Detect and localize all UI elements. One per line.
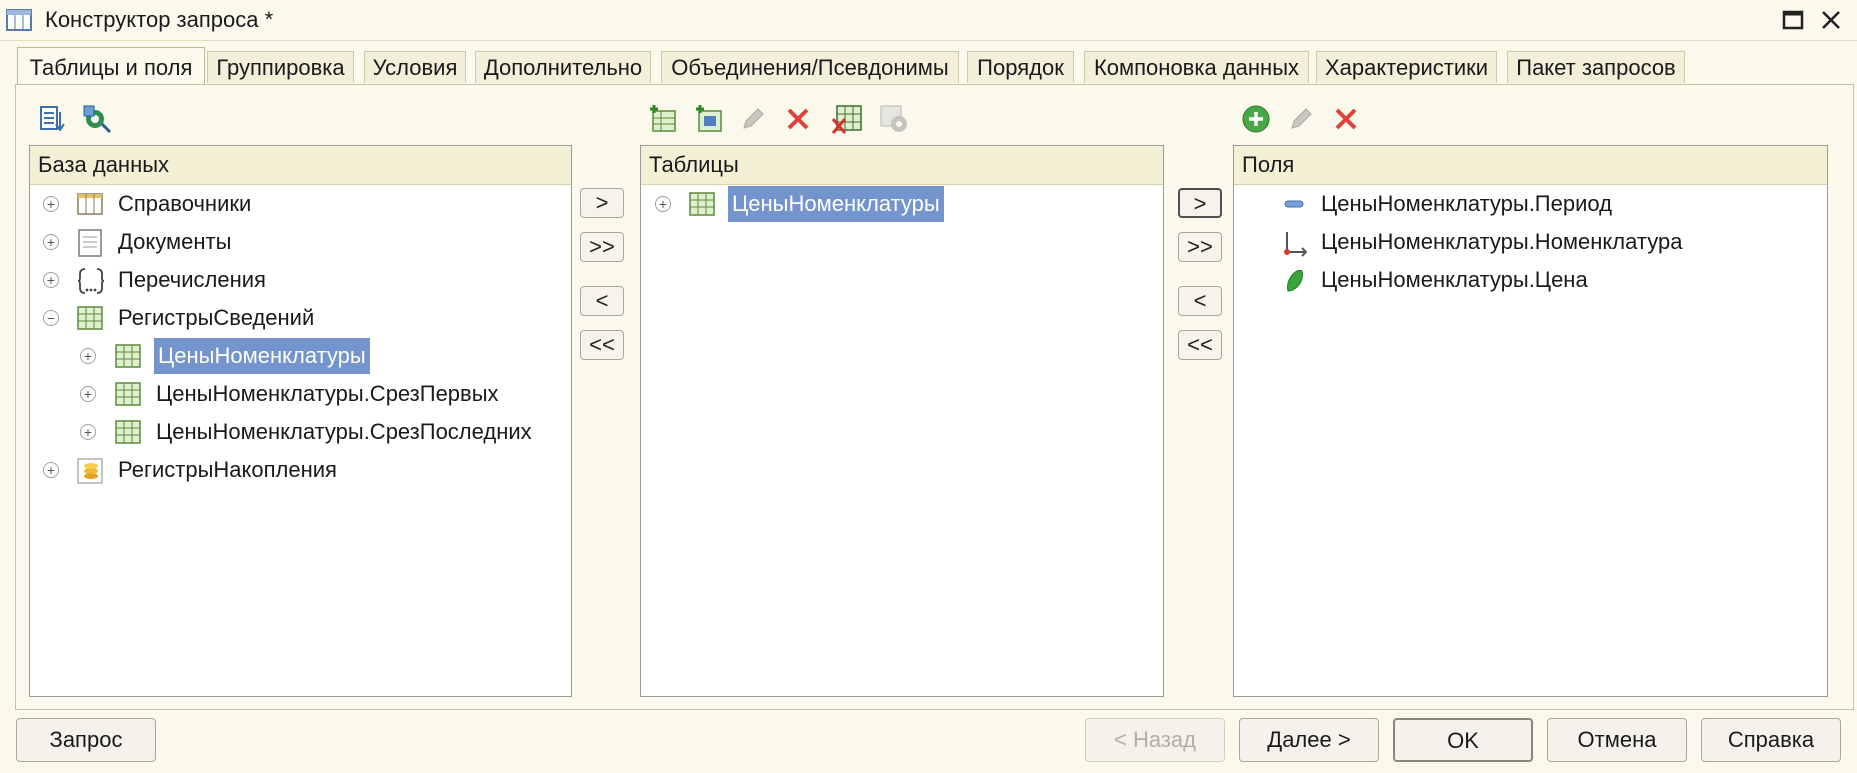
list-item[interactable]: Перечисления bbox=[118, 262, 266, 298]
field-item[interactable]: ЦеныНоменклатуры.Период bbox=[1321, 186, 1612, 222]
query-builder-icon bbox=[6, 8, 34, 32]
tables-panel-header: Таблицы bbox=[641, 146, 1163, 185]
list-item[interactable]: ЦеныНоменклатуры.СрезПоследних bbox=[156, 414, 532, 450]
expand-icon[interactable]: + bbox=[80, 424, 96, 440]
accumulation-icon bbox=[77, 458, 103, 484]
tab-tables-fields[interactable]: Таблицы и поля bbox=[17, 47, 205, 85]
delete-icon[interactable] bbox=[785, 106, 811, 132]
remove-all-tables-button[interactable]: << bbox=[580, 330, 624, 360]
fields-panel-header: Поля bbox=[1234, 146, 1827, 185]
edit-icon[interactable] bbox=[740, 106, 766, 132]
register-icon bbox=[77, 306, 103, 330]
register-icon bbox=[115, 420, 141, 444]
register-icon bbox=[115, 382, 141, 406]
tab-order[interactable]: Порядок bbox=[967, 51, 1074, 83]
maximize-icon[interactable] bbox=[1780, 8, 1806, 32]
list-item[interactable]: Документы bbox=[118, 224, 231, 260]
tab-grouping[interactable]: Группировка bbox=[207, 51, 354, 83]
add-nested-query-icon[interactable] bbox=[693, 103, 725, 135]
close-icon[interactable] bbox=[1818, 8, 1844, 32]
next-button[interactable]: Далее > bbox=[1239, 718, 1379, 762]
expand-icon[interactable]: + bbox=[43, 462, 59, 478]
dimension-field-icon bbox=[1282, 230, 1308, 258]
add-table-icon[interactable] bbox=[647, 103, 679, 135]
delete-all-tables-icon[interactable] bbox=[831, 103, 865, 135]
edit-icon[interactable] bbox=[1288, 106, 1314, 132]
table-settings-gear-icon[interactable] bbox=[878, 103, 910, 135]
expand-icon[interactable]: + bbox=[43, 272, 59, 288]
register-icon bbox=[115, 344, 141, 368]
period-field-icon bbox=[1282, 194, 1306, 214]
remove-all-fields-button[interactable]: << bbox=[1178, 330, 1222, 360]
register-icon bbox=[689, 192, 715, 216]
expand-icon[interactable]: + bbox=[80, 348, 96, 364]
catalog-icon bbox=[77, 192, 103, 216]
tab-additional[interactable]: Дополнительно bbox=[475, 51, 651, 83]
window-title: Конструктор запроса * bbox=[45, 7, 274, 32]
selected-label: ЦеныНоменклатуры bbox=[728, 186, 944, 222]
remove-field-button[interactable]: < bbox=[1178, 286, 1222, 316]
cancel-button[interactable]: Отмена bbox=[1547, 718, 1687, 762]
add-field-icon[interactable] bbox=[1241, 104, 1271, 134]
expand-icon[interactable]: + bbox=[43, 196, 59, 212]
add-all-tables-button[interactable]: >> bbox=[580, 232, 624, 262]
tab-data-composition[interactable]: Компоновка данных bbox=[1084, 51, 1309, 83]
document-icon bbox=[77, 229, 103, 257]
list-item[interactable]: ЦеныНоменклатуры.СрезПервых bbox=[156, 376, 499, 412]
tab-query-batch[interactable]: Пакет запросов bbox=[1507, 51, 1685, 83]
field-item[interactable]: ЦеныНоменклатуры.Номенклатура bbox=[1321, 224, 1682, 260]
remove-table-button[interactable]: < bbox=[580, 286, 624, 316]
add-table-button[interactable]: > bbox=[580, 188, 624, 218]
query-button[interactable]: Запрос bbox=[16, 718, 156, 762]
enum-icon bbox=[77, 266, 105, 296]
tab-characteristics[interactable]: Характеристики bbox=[1316, 51, 1497, 83]
tab-unions-aliases[interactable]: Объединения/Псевдонимы bbox=[661, 51, 959, 83]
expand-icon[interactable]: + bbox=[655, 196, 671, 212]
delete-icon[interactable] bbox=[1333, 106, 1359, 132]
list-item[interactable]: РегистрыНакопления bbox=[118, 452, 337, 488]
list-item[interactable]: РегистрыСведений bbox=[118, 300, 314, 336]
list-item[interactable]: Справочники bbox=[118, 186, 251, 222]
table-settings-icon[interactable] bbox=[80, 104, 112, 134]
expand-icon[interactable]: + bbox=[80, 386, 96, 402]
resource-field-icon bbox=[1284, 268, 1306, 294]
database-panel-header: База данных bbox=[30, 146, 571, 185]
ok-button[interactable]: OK bbox=[1393, 718, 1533, 762]
add-field-button[interactable]: > bbox=[1178, 188, 1222, 218]
table-item-selected[interactable]: ЦеныНоменклатуры bbox=[728, 186, 944, 222]
title-bar bbox=[0, 0, 1857, 41]
list-item-selected[interactable]: ЦеныНоменклатуры bbox=[154, 338, 370, 374]
tab-conditions[interactable]: Условия bbox=[364, 51, 466, 83]
expand-icon[interactable]: + bbox=[43, 234, 59, 250]
collapse-icon[interactable]: − bbox=[43, 310, 59, 326]
field-item[interactable]: ЦеныНоменклатуры.Цена bbox=[1321, 262, 1588, 298]
back-button[interactable]: < Назад bbox=[1085, 718, 1225, 762]
help-button[interactable]: Справка bbox=[1701, 718, 1841, 762]
query-list-icon[interactable] bbox=[38, 104, 66, 134]
add-all-fields-button[interactable]: >> bbox=[1178, 232, 1222, 262]
selected-label: ЦеныНоменклатуры bbox=[154, 338, 370, 374]
tables-panel: Таблицы bbox=[640, 145, 1164, 697]
